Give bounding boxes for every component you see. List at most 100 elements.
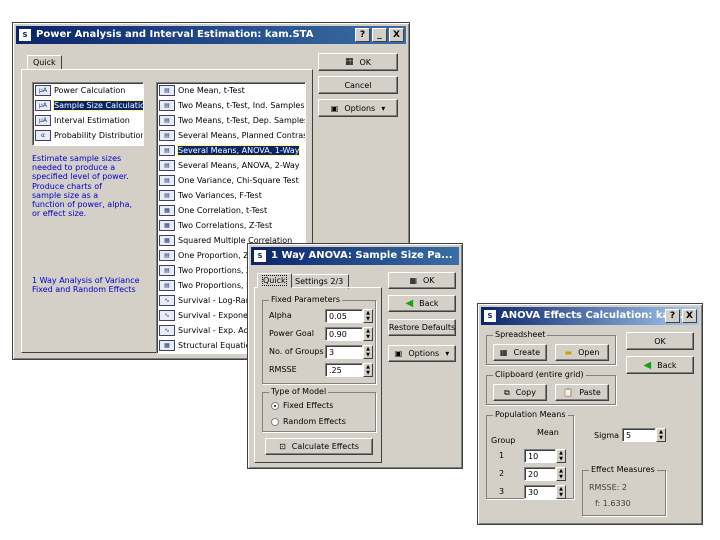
create-button[interactable]: ▦ Create <box>493 344 547 361</box>
category-list[interactable]: μA Power Calculation μA Sample Size Calcul… <box>32 82 144 146</box>
mean-2-spinner[interactable]: ▲ ▼ <box>556 467 566 481</box>
list-item[interactable]: ▤ One Variance, Chi-Square Test <box>157 173 305 188</box>
mean-1-field[interactable]: 10 <box>524 449 556 463</box>
analysis-icon: ▤ <box>159 85 175 96</box>
options-button[interactable]: ▣ Options ▾ <box>318 99 398 117</box>
list-item[interactable]: ▤ Several Means, ANOVA, 1-Way <box>157 143 305 158</box>
back-arrow-icon: ◀ <box>405 298 414 309</box>
mean-header: Mean <box>537 428 559 437</box>
f-value: f: 1.6330 <box>595 499 631 508</box>
analysis-icon: ▤ <box>159 250 175 261</box>
mean-3-field[interactable]: 30 <box>524 485 556 499</box>
tab-quick[interactable]: Quick <box>27 55 62 70</box>
analysis-icon: ▦ <box>159 205 175 216</box>
sigma-field[interactable]: 5 <box>622 428 656 442</box>
title-bar: S ANOVA Effects Calculation: kam.... ? X <box>481 307 699 325</box>
ok-button[interactable]: ▦ OK <box>318 53 398 71</box>
power-field[interactable]: 0.90 <box>325 327 363 341</box>
fixed-effects-radio[interactable]: Fixed Effects <box>271 401 333 410</box>
sigma-label: Sigma <box>594 431 620 440</box>
open-button[interactable]: ▬ Open <box>555 344 609 361</box>
list-item[interactable]: α Probability Distributions <box>33 128 143 143</box>
description-2: Produce charts of sample size as a funct… <box>32 182 133 218</box>
close-button[interactable]: X <box>389 28 404 42</box>
list-item[interactable]: ▦ One Correlation, t-Test <box>157 203 305 218</box>
back-arrow-icon: ◀ <box>643 359 652 371</box>
back-button[interactable]: ◀ Back <box>626 356 694 374</box>
rmsse-value: RMSSE: 2 <box>589 483 627 492</box>
rmsse-spinner[interactable]: ▲ ▼ <box>363 363 373 377</box>
ok-button[interactable]: ▦ OK <box>388 272 456 289</box>
alpha-spinner[interactable]: ▲ ▼ <box>363 309 373 323</box>
power-label: Power Goal <box>269 329 314 338</box>
analysis-icon: ∿ <box>159 310 175 321</box>
paste-button[interactable]: 📋 Paste <box>555 384 609 401</box>
analysis-icon: ▦ <box>159 220 175 231</box>
window-title: 1 Way ANOVA: Sample Size Pa... <box>271 250 453 261</box>
group-3-label: 3 <box>499 487 505 496</box>
group-2-label: 2 <box>499 469 505 478</box>
anova-effects-window: S ANOVA Effects Calculation: kam.... ? X… <box>477 303 703 525</box>
clipboard-group: Clipboard (entire grid) ⧉ Copy 📋 Paste <box>486 370 616 405</box>
window-title: Power Analysis and Interval Estimation: … <box>36 29 314 40</box>
calculate-effects-button[interactable]: ⊡ Calculate Effects <box>265 438 373 455</box>
app-icon: S <box>484 310 496 322</box>
analysis-icon: ▤ <box>159 100 175 111</box>
group-1-label: 1 <box>499 451 505 460</box>
rmsse-field[interactable]: .25 <box>325 363 363 377</box>
title-bar: S Power Analysis and Interval Estimation… <box>16 26 406 44</box>
groups-spinner[interactable]: ▲ ▼ <box>363 345 373 359</box>
interval-icon: μA <box>35 115 51 126</box>
random-effects-radio[interactable]: Random Effects <box>271 417 346 426</box>
copy-button[interactable]: ⧉ Copy <box>493 384 547 401</box>
group-header: Group <box>491 436 516 445</box>
power-calc-icon: μA <box>35 85 51 96</box>
list-item[interactable]: ▤ Several Means, Planned Contrast <box>157 128 305 143</box>
list-item[interactable]: μA Interval Estimation <box>33 113 143 128</box>
sample-size-icon: μA <box>35 100 51 111</box>
ok-icon: ▦ <box>344 57 354 67</box>
close-button[interactable]: X <box>682 309 697 323</box>
title-bar: S 1 Way ANOVA: Sample Size Pa... <box>251 247 459 265</box>
analysis-icon: ▤ <box>159 115 175 126</box>
analysis-icon: ∿ <box>159 325 175 336</box>
restore-defaults-button[interactable]: Restore Defaults <box>388 319 456 336</box>
list-item[interactable]: ▤ Two Means, t-Test, Ind. Samples <box>157 98 305 113</box>
population-means-group: Population Means Group Mean 1 10 ▲ ▼ 2 20… <box>486 410 574 499</box>
alpha-field[interactable]: 0.05 <box>325 309 363 323</box>
mean-2-field[interactable]: 20 <box>524 467 556 481</box>
folder-open-icon: ▬ <box>564 348 573 357</box>
power-spinner[interactable]: ▲ ▼ <box>363 327 373 341</box>
mean-1-spinner[interactable]: ▲ ▼ <box>556 449 566 463</box>
tab-quick[interactable]: Quick <box>257 273 292 288</box>
distribution-icon: α <box>35 130 51 141</box>
analysis-icon: ▤ <box>159 175 175 186</box>
cancel-button[interactable]: Cancel <box>318 76 398 94</box>
help-button[interactable]: ? <box>665 309 680 323</box>
sigma-spinner[interactable]: ▲ ▼ <box>656 428 666 442</box>
mean-3-spinner[interactable]: ▲ ▼ <box>556 485 566 499</box>
ok-button[interactable]: OK <box>626 332 694 350</box>
calculator-icon: ⊡ <box>279 442 286 451</box>
quick-tab-panel: Fixed Parameters Alpha 0.05 ▲ ▼ Power Goa… <box>254 287 382 463</box>
list-item[interactable]: μA Power Calculation <box>33 83 143 98</box>
help-button[interactable]: ? <box>355 28 370 42</box>
options-button[interactable]: ▣ Options ▾ <box>388 345 456 362</box>
analysis-icon: ▤ <box>159 265 175 276</box>
description-1: Estimate sample sizes needed to produce … <box>32 154 129 181</box>
list-item[interactable]: μA Sample Size Calculation <box>33 98 143 113</box>
model-type-group: Type of Model Fixed Effects Random Effec… <box>262 387 376 432</box>
list-item[interactable]: ▦ Two Correlations, Z-Test <box>157 218 305 233</box>
list-item[interactable]: ▤ Two Variances, F-Test <box>157 188 305 203</box>
options-icon: ▣ <box>330 103 339 113</box>
list-item[interactable]: ▤ Several Means, ANOVA, 2-Way <box>157 158 305 173</box>
analysis-icon: ▦ <box>159 340 175 351</box>
ok-icon: ▦ <box>409 276 417 285</box>
minimize-button[interactable]: _ <box>372 28 387 42</box>
groups-field[interactable]: 3 <box>325 345 363 359</box>
spreadsheet-group: Spreadsheet ▦ Create ▬ Open <box>486 330 616 365</box>
back-button[interactable]: ◀ Back <box>388 295 456 312</box>
description-3: 1 Way Analysis of Variance Fixed and Ran… <box>32 276 140 294</box>
list-item[interactable]: ▤ One Mean, t-Test <box>157 83 305 98</box>
list-item[interactable]: ▤ Two Means, t-Test, Dep. Samples <box>157 113 305 128</box>
